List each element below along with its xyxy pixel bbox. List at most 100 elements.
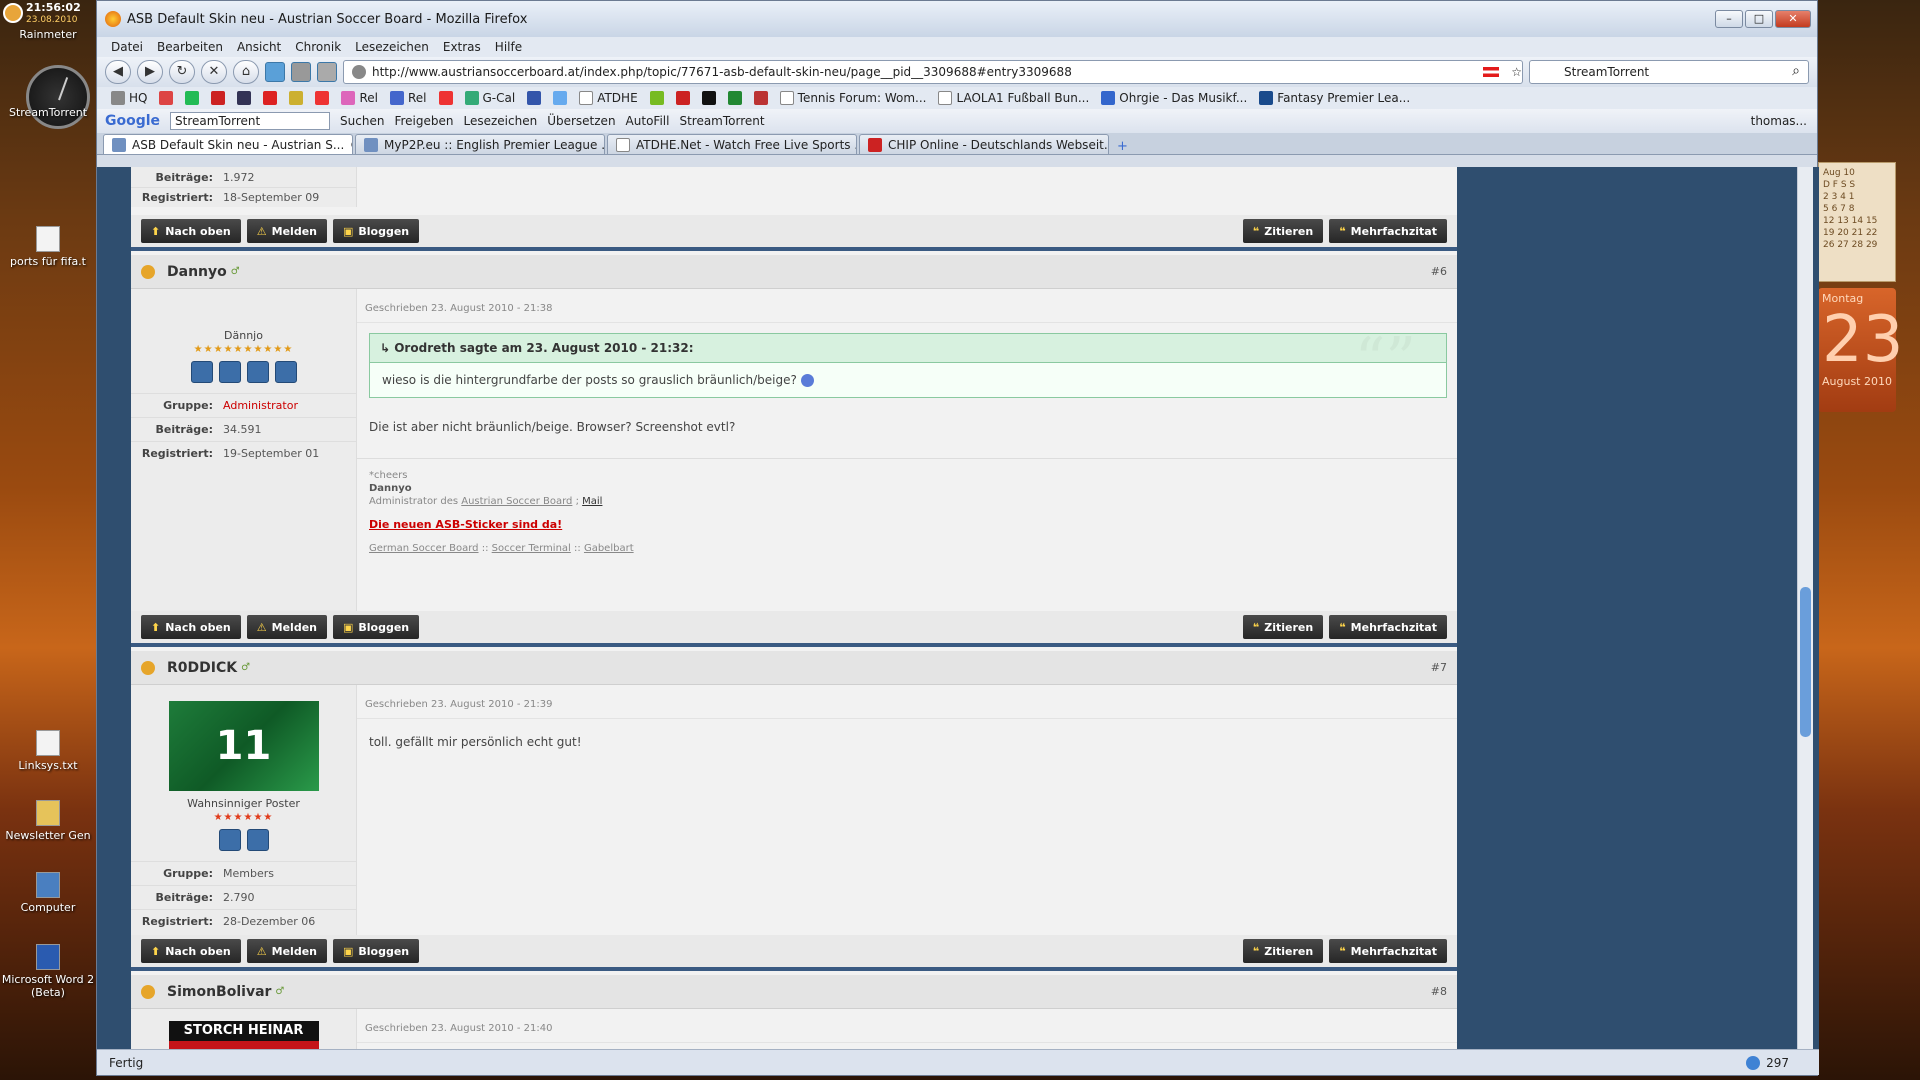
maximize-button[interactable]: □	[1745, 10, 1773, 28]
post-username[interactable]: Dannyo	[167, 264, 227, 280]
post-number[interactable]: #7	[1431, 661, 1447, 674]
multiquote-button[interactable]: ❝ Mehrfachzitat	[1329, 615, 1447, 639]
addon-icon[interactable]	[265, 62, 285, 82]
soccer-terminal-link[interactable]: Soccer Terminal	[492, 543, 571, 554]
bookmark-item[interactable]: Rel	[389, 91, 427, 105]
post-username[interactable]: SimonBolivar	[167, 984, 271, 1000]
scrollbar-thumb[interactable]	[1800, 587, 1811, 737]
bookmark-item[interactable]	[727, 91, 742, 105]
search-input[interactable]: StreamTorrent	[1529, 60, 1809, 84]
bookmark-item[interactable]	[211, 91, 226, 105]
apps-icon[interactable]	[317, 62, 337, 82]
sticker-link[interactable]: Die neuen ASB-Sticker sind da!	[369, 518, 562, 531]
menu-hilfe[interactable]: Hilfe	[495, 40, 522, 54]
bookmark-item[interactable]	[553, 91, 568, 105]
back-button[interactable]: ◀	[105, 60, 131, 84]
url-bar[interactable]: http://www.austriansoccerboard.at/index.…	[343, 60, 1523, 84]
bookmark-item[interactable]	[438, 91, 453, 105]
desktop-icon-ports-fifa[interactable]: ports für fifa.t	[0, 226, 96, 268]
google-autofill-button[interactable]: AutoFill	[626, 114, 670, 128]
gabelbart-link[interactable]: Gabelbart	[584, 543, 634, 554]
bookmark-item[interactable]	[315, 91, 330, 105]
title-bar[interactable]: ASB Default Skin neu - Austrian Soccer B…	[97, 1, 1817, 37]
report-button[interactable]: ⚠ Melden	[246, 219, 327, 243]
new-tab-button[interactable]: +	[1111, 139, 1134, 154]
minimize-button[interactable]: –	[1715, 10, 1743, 28]
quote-button[interactable]: ❝ Zitieren	[1242, 615, 1324, 639]
menu-ansicht[interactable]: Ansicht	[237, 40, 281, 54]
status-counter[interactable]: 297	[1746, 1055, 1789, 1070]
bookmark-item[interactable]: Ohrgie - Das Musikf...	[1101, 91, 1247, 105]
desktop-icon-newsletter[interactable]: Newsletter Gen	[0, 800, 96, 842]
desktop-icon-streamtorrent[interactable]: StreamTorrent	[0, 106, 96, 119]
bookmark-item[interactable]: G-Cal	[464, 91, 515, 105]
tab-chip[interactable]: CHIP Online - Deutschlands Webseit...⊗	[859, 134, 1109, 154]
desktop-icon-rainmeter[interactable]: Rainmeter	[0, 28, 96, 41]
report-button[interactable]: ⚠ Melden	[246, 939, 327, 963]
close-button[interactable]: ✕	[1775, 10, 1811, 28]
bookmark-item[interactable]: Rel	[341, 91, 378, 105]
bookmark-item[interactable]	[649, 91, 664, 105]
bookmark-item[interactable]	[753, 91, 768, 105]
bookmark-item[interactable]	[527, 91, 542, 105]
google-bookmarks-button[interactable]: Lesezeichen	[464, 114, 538, 128]
tab-myp2p[interactable]: MyP2P.eu :: English Premier League ...⊗	[355, 134, 605, 154]
bookmark-item[interactable]	[185, 91, 200, 105]
google-account-button[interactable]: thomas...	[1751, 114, 1807, 128]
multiquote-button[interactable]: ❝ Mehrfachzitat	[1329, 219, 1447, 243]
bookmark-star-icon[interactable]: ☆	[1511, 65, 1522, 79]
blog-button[interactable]: ▣ Bloggen	[332, 939, 420, 963]
back-to-top-button[interactable]: ⬆ Nach oben	[141, 615, 241, 639]
bookmark-item[interactable]: HQ	[111, 91, 147, 105]
bookmark-item[interactable]: ATDHE	[579, 91, 638, 105]
bookmark-item[interactable]: Fantasy Premier Lea...	[1259, 91, 1410, 105]
google-search-input[interactable]: StreamTorrent	[170, 112, 331, 130]
multiquote-button[interactable]: ❝ Mehrfachzitat	[1329, 939, 1447, 963]
google-search-button[interactable]: Suchen	[340, 114, 384, 128]
tab-asb[interactable]: ASB Default Skin neu - Austrian S... ⊗	[103, 134, 353, 154]
blog-button[interactable]: ▣ Bloggen	[332, 615, 420, 639]
menu-datei[interactable]: Datei	[111, 40, 143, 54]
back-to-top-button[interactable]: ⬆ Nach oben	[141, 219, 241, 243]
user-avatar[interactable]: STORCH HEINAR	[168, 1021, 319, 1051]
desktop-icon-word[interactable]: Microsoft Word 2 (Beta)	[0, 944, 96, 999]
user-avatar[interactable]: 11	[168, 701, 319, 791]
bookmark-item[interactable]	[237, 91, 252, 105]
google-translate-button[interactable]: Übersetzen	[547, 114, 615, 128]
reload-button[interactable]: ↻	[169, 60, 195, 84]
blog-button[interactable]: ▣ Bloggen	[332, 219, 420, 243]
back-to-top-button[interactable]: ⬆ Nach oben	[141, 939, 241, 963]
desktop-icon-linksys[interactable]: Linksys.txt	[0, 730, 96, 772]
german-soccer-board-link[interactable]: German Soccer Board	[369, 543, 479, 554]
google-share-button[interactable]: Freigeben	[394, 114, 453, 128]
bookmark-item[interactable]	[701, 91, 716, 105]
mail-link[interactable]: Mail	[582, 496, 602, 507]
google-streamtorrent-button[interactable]: StreamTorrent	[679, 114, 764, 128]
menu-extras[interactable]: Extras	[443, 40, 481, 54]
bookmark-item[interactable]	[263, 91, 278, 105]
vertical-scrollbar[interactable]	[1797, 167, 1813, 1051]
post-number[interactable]: #6	[1431, 265, 1447, 278]
quote-button[interactable]: ❝ Zitieren	[1242, 219, 1324, 243]
bookmark-item[interactable]: LAOLA1 Fußball Bun...	[938, 91, 1089, 105]
bookmark-item[interactable]	[289, 91, 304, 105]
menu-chronik[interactable]: Chronik	[295, 40, 341, 54]
bookmark-item[interactable]	[675, 91, 690, 105]
quote-button[interactable]: ❝ Zitieren	[1242, 939, 1324, 963]
menu-bearbeiten[interactable]: Bearbeiten	[157, 40, 223, 54]
tab-atdhe[interactable]: ATDHE.Net - Watch Free Live Sports ...⊗	[607, 134, 857, 154]
report-button[interactable]: ⚠ Melden	[246, 615, 327, 639]
post-number[interactable]: #8	[1431, 985, 1447, 998]
desktop-icon-computer[interactable]: Computer	[0, 872, 96, 914]
google-logo[interactable]: Google	[105, 113, 160, 129]
stop-button[interactable]: ✕	[201, 60, 227, 84]
bookmark-item[interactable]: Tennis Forum: Wom...	[779, 91, 926, 105]
forward-button[interactable]: ▶	[137, 60, 163, 84]
post-username[interactable]: R0DDICK	[167, 660, 237, 676]
asb-link[interactable]: Austrian Soccer Board	[461, 496, 572, 507]
home-button[interactable]: ⌂	[233, 60, 259, 84]
bookmark-item[interactable]	[159, 91, 174, 105]
menu-lesezeichen[interactable]: Lesezeichen	[355, 40, 429, 54]
grid-icon[interactable]	[291, 62, 311, 82]
tab-close-icon[interactable]: ⊗	[350, 138, 352, 151]
